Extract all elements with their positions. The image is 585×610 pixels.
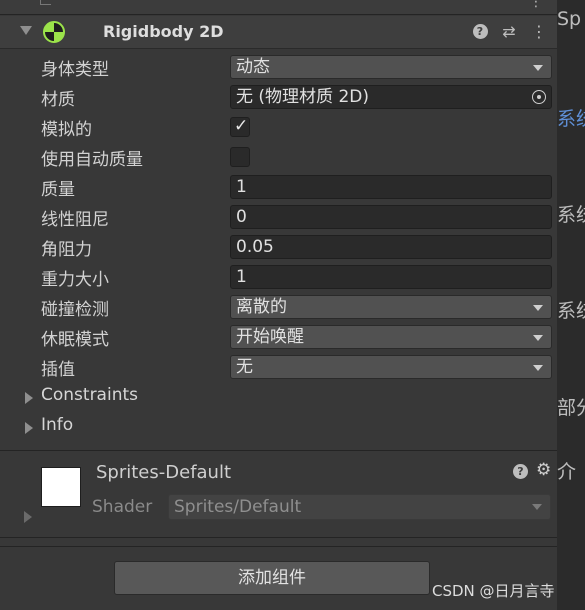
material-preview: Sprites-Default ? ⚙ Shader Sprites/Defau… (0, 452, 557, 536)
dropdown-value: 离散的 (236, 297, 287, 317)
caret-right-icon[interactable] (25, 422, 33, 434)
dropdown-arrow-icon (533, 335, 543, 341)
property-row-sleeping-mode: 休眠模式 开始唤醒 (0, 323, 557, 351)
property-row-use-auto-mass: 使用自动质量 (0, 143, 557, 171)
foldout-label[interactable]: Info (41, 415, 73, 435)
section-divider (0, 537, 557, 538)
preset-sliders-icon[interactable]: ⇄ (499, 22, 519, 42)
property-label: 身体类型 (41, 60, 109, 80)
property-label: 质量 (41, 180, 75, 200)
section-divider (0, 450, 557, 451)
material-swatch (41, 467, 81, 507)
shader-label: Shader (92, 497, 153, 517)
panel-text-fragment: 介 (557, 461, 577, 483)
property-row-mass: 质量 1 (0, 173, 557, 201)
property-label: 角阻力 (41, 240, 92, 260)
dropdown-arrow-icon (533, 305, 543, 311)
property-row-interpolate: 插值 无 (0, 353, 557, 381)
checkmark-icon: ✓ (234, 116, 249, 136)
property-row-collision-detection: 碰撞检测 离散的 (0, 293, 557, 321)
property-label: 插值 (41, 360, 75, 380)
property-row-body-type: 身体类型 动态 (0, 53, 557, 81)
help-icon[interactable]: ? (470, 22, 490, 42)
mass-field[interactable]: 1 (230, 175, 552, 199)
material-fold-caret-icon[interactable] (24, 511, 32, 523)
dropdown-arrow-icon (533, 365, 543, 371)
simulated-checkbox[interactable]: ✓ (230, 116, 250, 137)
material-gear-icon[interactable]: ⚙ (536, 460, 551, 480)
previous-kebab-menu-icon[interactable]: ⋮ (529, 0, 543, 9)
add-component-button[interactable]: 添加组件 (114, 561, 430, 595)
property-row-material: 材质 无 (物理材质 2D) (0, 83, 557, 111)
dropdown-value: 开始唤醒 (236, 327, 304, 347)
dropdown-arrow-icon (533, 65, 543, 71)
previous-component-fragment (40, 0, 51, 5)
component-title: Rigidbody 2D (103, 22, 224, 41)
panel-text-fragment: 部分 (557, 397, 585, 419)
dropdown-value: 无 (236, 357, 253, 377)
angular-drag-field[interactable]: 0.05 (230, 235, 552, 259)
property-label: 线性阻尼 (41, 210, 109, 230)
property-label: 休眠模式 (41, 330, 109, 350)
collision-detection-dropdown[interactable]: 离散的 (230, 295, 552, 319)
use-auto-mass-checkbox[interactable] (230, 147, 250, 167)
body-type-dropdown[interactable]: 动态 (230, 55, 552, 79)
panel-link-fragment[interactable]: 系统 (557, 104, 585, 131)
material-help-icon[interactable]: ? (513, 464, 528, 479)
material-name: Sprites-Default (96, 462, 232, 483)
panel-text-fragment: 系统 (557, 204, 585, 226)
property-label: 使用自动质量 (41, 150, 143, 170)
property-label: 材质 (41, 90, 75, 110)
property-row-angular-drag: 角阻力 0.05 (0, 233, 557, 261)
linear-drag-field[interactable]: 0 (230, 205, 552, 229)
watermark: CSDN @日月言寺 (432, 582, 555, 600)
property-label: 重力大小 (41, 270, 109, 290)
panel-text-fragment: 系统 (557, 300, 585, 322)
dropdown-value: 动态 (236, 57, 270, 77)
dropdown-arrow-icon (532, 504, 542, 510)
kebab-menu-icon[interactable]: ⋮ (529, 22, 549, 42)
property-row-simulated: 模拟的 ✓ (0, 113, 557, 141)
property-label: 碰撞检测 (41, 300, 109, 320)
shader-dropdown[interactable]: Sprites/Default (168, 494, 551, 520)
foldout-constraints[interactable]: Constraints (0, 383, 557, 411)
property-label: 模拟的 (41, 120, 92, 140)
material-object-field[interactable]: 无 (物理材质 2D) (230, 85, 552, 109)
property-row-linear-drag: 线性阻尼 0 (0, 203, 557, 231)
fold-caret-down-icon[interactable] (20, 26, 32, 35)
gravity-scale-field[interactable]: 1 (230, 265, 552, 289)
caret-right-icon[interactable] (25, 392, 33, 404)
section-divider (0, 546, 557, 547)
interpolate-dropdown[interactable]: 无 (230, 355, 552, 379)
component-header[interactable]: Rigidbody 2D ? ⇄ ⋮ (0, 16, 557, 49)
adjacent-panel: Sp 系统 系统 系统 部分 介 (557, 0, 585, 610)
foldout-info[interactable]: Info (0, 413, 557, 441)
previous-component-strip: ⋮ (0, 0, 557, 15)
inspector-panel: ⋮ Rigidbody 2D ? ⇄ ⋮ 身体类型 动态 材质 无 (物理材质 … (0, 0, 557, 610)
shader-value: Sprites/Default (174, 497, 302, 517)
foldout-label[interactable]: Constraints (41, 385, 138, 405)
object-picker-icon[interactable] (532, 90, 546, 104)
property-row-gravity-scale: 重力大小 1 (0, 263, 557, 291)
panel-text-fragment: Sp (557, 8, 582, 30)
rigidbody2d-icon (43, 21, 65, 43)
sleeping-mode-dropdown[interactable]: 开始唤醒 (230, 325, 552, 349)
object-field-value: 无 (物理材质 2D) (236, 87, 369, 107)
